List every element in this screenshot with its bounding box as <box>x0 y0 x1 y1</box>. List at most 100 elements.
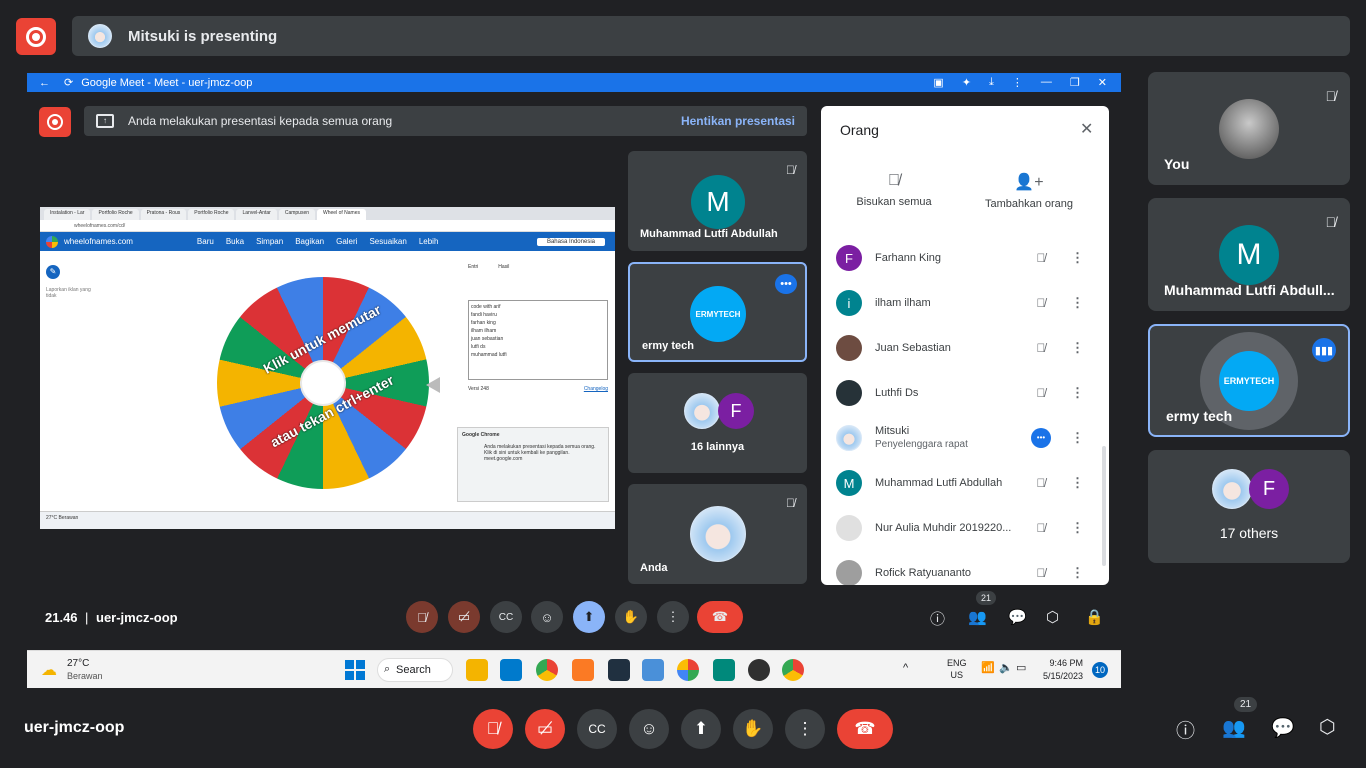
participant-row[interactable]: Luthfi Ds 🎙̸ ⋮ <box>836 378 1096 408</box>
participant-row[interactable]: Nur Aulia Muhdir 2019220... 🎙̸ ⋮ <box>836 513 1096 543</box>
site-name[interactable]: wheelofnames.com <box>64 237 133 246</box>
camera-button[interactable]: ▭̸ <box>525 709 565 749</box>
restore-icon[interactable]: ❐ <box>1070 76 1080 89</box>
info-icon[interactable]: ⓘ <box>1176 716 1195 743</box>
back-icon[interactable]: ← <box>39 77 50 89</box>
vscode-icon[interactable] <box>500 659 522 681</box>
more-options-icon[interactable]: ••• <box>775 274 797 294</box>
browser-tab[interactable]: Campusen <box>278 209 316 220</box>
browser-tab[interactable]: Portfolio Roche <box>188 209 235 220</box>
lang-indicator[interactable]: ENG US <box>947 657 967 681</box>
menu-more[interactable]: Lebih <box>419 237 439 246</box>
more-icon[interactable]: ⋮ <box>1071 565 1084 581</box>
mute-all-button[interactable]: 🎙̸ Bisukan semua <box>851 172 937 208</box>
close-panel-icon[interactable]: ✕ <box>1080 119 1093 139</box>
inner-present-button[interactable]: ⬆ <box>573 601 605 633</box>
stop-presenting-button[interactable]: Hentikan presentasi <box>681 114 795 128</box>
participant-row[interactable]: i ilham ilham 🎙̸ ⋮ <box>836 288 1096 318</box>
more-icon[interactable]: ⋮ <box>1071 385 1084 401</box>
more-icon[interactable]: ⋮ <box>1071 520 1084 536</box>
inner-people-icon[interactable]: 👥 <box>968 608 987 626</box>
participant-row[interactable]: M Muhammad Lutfi Abdullah 🎙̸ ⋮ <box>836 468 1096 498</box>
edit-icon[interactable]: ✎ <box>46 265 60 279</box>
raise-hand-button[interactable]: ✋ <box>733 709 773 749</box>
mic-button[interactable]: 🎙̸ <box>473 709 513 749</box>
browser-tab[interactable]: Pratona - Rous <box>140 209 187 220</box>
more-options-button[interactable]: ⋮ <box>785 709 825 749</box>
inner-raise-hand-button[interactable]: ✋ <box>615 601 647 633</box>
participant-row[interactable]: F Farhann King 🎙̸ ⋮ <box>836 243 1096 273</box>
obs-icon[interactable] <box>748 659 770 681</box>
side-tile-muhammad[interactable]: 🎙̸ M Muhammad Lutfi Abdull... <box>1148 198 1350 311</box>
add-people-button[interactable]: 👤+ Tambahkan orang <box>979 172 1079 210</box>
minimize-icon[interactable]: — <box>1041 76 1052 89</box>
emoji-button[interactable]: ☺ <box>629 709 669 749</box>
inner-host-controls-icon[interactable]: 🔒 <box>1085 608 1104 626</box>
mic-off-icon[interactable]: 🎙̸ <box>1033 296 1049 310</box>
mic-off-icon[interactable]: 🎙̸ <box>1033 521 1049 535</box>
changelog-link[interactable]: Changelog <box>584 386 608 392</box>
mic-off-icon[interactable]: 🎙̸ <box>1033 341 1049 355</box>
wifi-icon[interactable]: 📶 <box>981 661 995 674</box>
file-explorer-icon[interactable] <box>466 659 488 681</box>
present-button[interactable]: ⬆ <box>681 709 721 749</box>
people-icon[interactable]: 👥 <box>1222 716 1246 740</box>
mic-off-icon[interactable]: 🎙̸ <box>1033 566 1049 580</box>
menu-customize[interactable]: Sesuaikan <box>369 237 406 246</box>
clock[interactable]: 9:46 PM 5/15/2023 <box>1043 657 1083 683</box>
menu-save[interactable]: Simpan <box>256 237 283 246</box>
language-select[interactable]: Bahasa Indonesia <box>536 237 605 246</box>
meet-icon[interactable] <box>713 659 735 681</box>
address-bar[interactable]: wheelofnames.com/cd/ <box>40 220 615 232</box>
browser-tab[interactable]: Instalation - Lar <box>44 209 91 220</box>
menu-share[interactable]: Bagikan <box>295 237 324 246</box>
chrome-popup[interactable]: Google Chrome Anda melakukan presentasi … <box>457 427 609 502</box>
tab-results[interactable]: Hasil <box>498 264 509 270</box>
browser-tab[interactable]: Portfolio Roche <box>92 209 139 220</box>
start-icon[interactable] <box>345 660 365 680</box>
more-icon[interactable]: ⋮ <box>1071 295 1084 311</box>
inner-activities-icon[interactable]: ⬡ <box>1046 608 1059 626</box>
menu-gallery[interactable]: Galeri <box>336 237 357 246</box>
tile-muhammad[interactable]: 🎙̸ M Muhammad Lutfi Abdullah <box>628 151 807 251</box>
cast-icon[interactable]: ▣ <box>933 76 943 89</box>
entries-textarea[interactable]: code with arif fandi haviru farhan king … <box>468 300 608 380</box>
more-icon[interactable]: ⋮ <box>1071 340 1084 356</box>
mic-off-icon[interactable]: 🎙̸ <box>1033 386 1049 400</box>
tile-others[interactable]: F 16 lainnya <box>628 373 807 473</box>
menu-icon[interactable]: ⋮ <box>1012 76 1023 89</box>
download-icon[interactable]: ⤓ <box>989 76 994 89</box>
name-wheel[interactable]: Klik untuk memutar atau tekan ctrl+enter <box>217 277 429 489</box>
more-icon[interactable]: ⋮ <box>1071 430 1084 446</box>
photos-icon[interactable] <box>677 659 699 681</box>
chat-icon[interactable]: 💬 <box>1271 716 1295 740</box>
inner-camera-button[interactable]: ▭̸ <box>448 601 480 633</box>
side-tile-others[interactable]: F 17 others <box>1148 450 1350 563</box>
activities-icon[interactable]: ⬡ <box>1319 716 1336 739</box>
reload-icon[interactable]: ⟳ <box>64 76 73 89</box>
recording-indicator[interactable] <box>16 18 56 55</box>
chrome-alt-icon[interactable] <box>782 659 804 681</box>
inner-info-icon[interactable]: ⓘ <box>930 608 945 629</box>
end-call-button[interactable]: ☎ <box>837 709 893 749</box>
participant-row[interactable]: Juan Sebastian 🎙̸ ⋮ <box>836 333 1096 363</box>
inner-emoji-button[interactable]: ☺ <box>531 601 563 633</box>
menu-open[interactable]: Buka <box>226 237 244 246</box>
extensions-icon[interactable]: ✦ <box>962 76 971 89</box>
inner-mic-button[interactable]: 🎙̸ <box>406 601 438 633</box>
browser-tab[interactable]: Lanvel-Antar <box>236 209 277 220</box>
battery-icon[interactable]: ▭ <box>1016 661 1026 674</box>
menu-new[interactable]: Baru <box>197 237 214 246</box>
tray-chevron-icon[interactable]: ^ <box>903 662 908 674</box>
side-tile-you[interactable]: 🎙̸ You <box>1148 72 1350 185</box>
participant-row[interactable]: Mitsuki Penyelenggara rapat ••• ⋮ <box>836 423 1096 453</box>
participant-row[interactable]: Rofick Ratyuananto 🎙̸ ⋮ <box>836 558 1096 585</box>
panel-scrollbar[interactable] <box>1102 446 1106 566</box>
chrome-icon[interactable] <box>536 659 558 681</box>
captions-button[interactable]: CC <box>577 709 617 749</box>
volume-icon[interactable]: 🔈 <box>999 661 1013 674</box>
inner-chat-icon[interactable]: 💬 <box>1008 608 1027 626</box>
inner-end-call-button[interactable]: ☎ <box>697 601 743 633</box>
close-icon[interactable]: ✕ <box>1098 76 1107 89</box>
browser-tab[interactable]: Wheel of Names <box>317 209 366 220</box>
